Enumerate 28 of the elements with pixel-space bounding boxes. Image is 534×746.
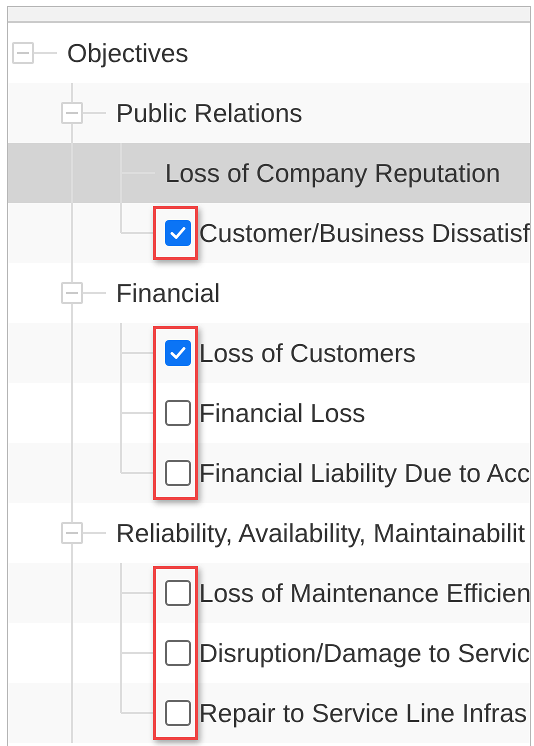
tree-row[interactable]: Loss of Maintenance Efficien	[8, 563, 530, 623]
tree-row[interactable]: Loss of Customers	[8, 323, 530, 383]
checkbox[interactable]	[165, 580, 191, 606]
tree-row[interactable]: Loss of Company Reputation	[8, 143, 530, 203]
check-icon	[169, 224, 187, 242]
checkbox[interactable]	[165, 400, 191, 426]
node-label: Reliability, Availability, Maintainabilit	[116, 520, 525, 546]
tree-row[interactable]: Financial Liability Due to Acc	[8, 443, 530, 503]
checkbox[interactable]	[165, 640, 191, 666]
node-label: Financial Loss	[199, 400, 366, 426]
tree-row[interactable]: Repair to Service Line Infras	[8, 683, 530, 743]
node-label: Loss of Customers	[199, 340, 416, 366]
check-icon	[169, 344, 187, 362]
node-label: Repair to Service Line Infras	[199, 700, 528, 726]
node-label: Loss of Company Reputation	[165, 160, 500, 186]
node-label: Public Relations	[116, 100, 302, 126]
node-label: Loss of Maintenance Efficien	[199, 580, 530, 606]
node-label: Customer/Business Dissatisf	[199, 220, 530, 246]
node-label: Disruption/Damage to Servic	[199, 640, 530, 666]
node-label: Objectives	[67, 40, 188, 66]
node-label: Financial	[116, 280, 220, 306]
checkbox[interactable]	[165, 220, 191, 246]
tree-row[interactable]: Customer/Business Dissatisf	[8, 203, 530, 263]
checkbox[interactable]	[165, 700, 191, 726]
checkbox[interactable]	[165, 460, 191, 486]
node-label: Financial Liability Due to Acc	[199, 460, 530, 486]
tree-row[interactable]: Public Relations	[8, 83, 530, 143]
checkbox[interactable]	[165, 340, 191, 366]
